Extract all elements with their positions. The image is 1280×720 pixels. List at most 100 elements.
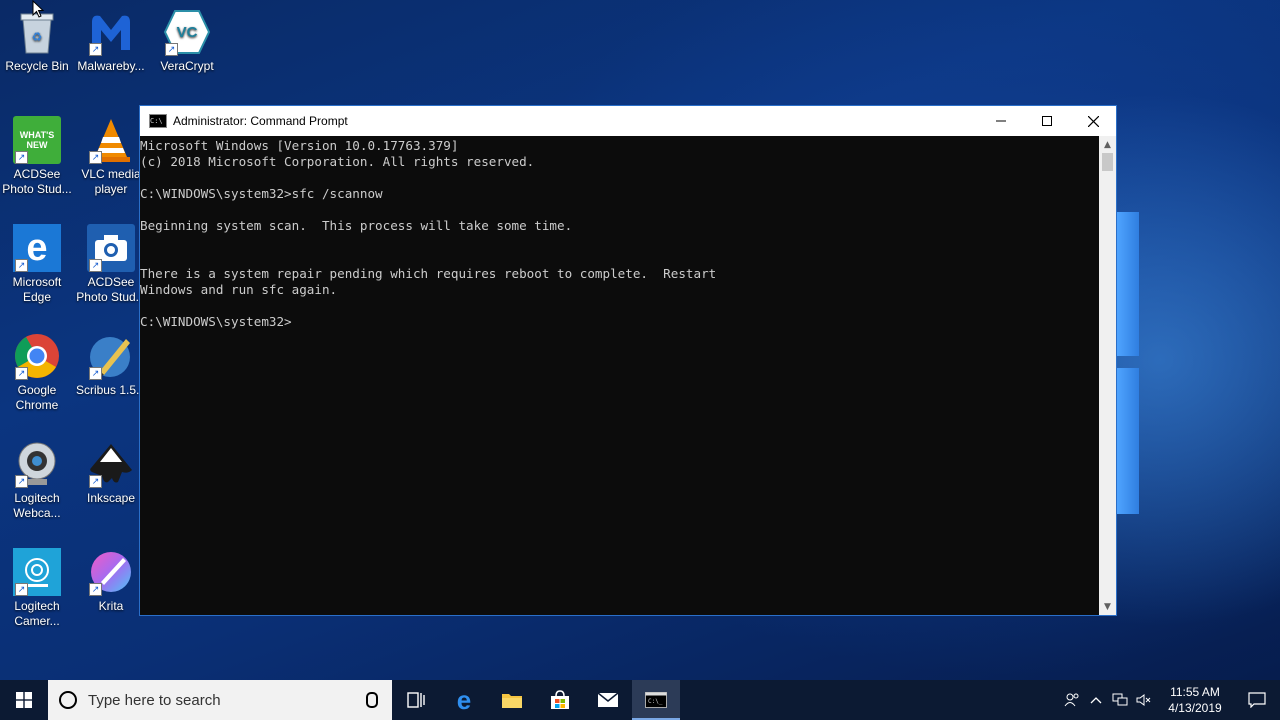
desktop-icon-label: ACDSee [87,275,135,289]
desktop-icon-acdsee-whats-new[interactable]: WHAT'S NEW ↗ ACDSee Photo Stud... [0,116,74,197]
shortcut-arrow-icon: ↗ [89,259,102,272]
people-icon[interactable] [1060,680,1084,720]
windows-logo-wallpaper [1117,212,1139,514]
window-titlebar[interactable]: C:\ Administrator: Command Prompt [140,106,1116,136]
desktop-icon-logitech-webcam[interactable]: ↗ Logitech Webca... [0,440,74,521]
notification-icon [1248,692,1266,708]
vlc-cone-icon: ↗ [87,116,135,164]
store-bag-icon [551,690,569,709]
malwarebytes-icon: ↗ [87,8,135,56]
windows-start-icon [16,692,32,708]
cortana-search-icon [59,691,77,709]
chrome-icon: ↗ [13,332,61,380]
command-prompt-window[interactable]: C:\ Administrator: Command Prompt Micros… [139,105,1117,616]
shortcut-arrow-icon: ↗ [89,475,102,488]
veracrypt-icon: VC ↗ [163,8,211,56]
action-center-button[interactable] [1234,680,1280,720]
desktop-icon-chrome[interactable]: ↗ Google Chrome [0,332,74,413]
taskbar-mail-button[interactable] [584,680,632,720]
svg-text:C:\_: C:\_ [648,698,663,705]
desktop-icon-label: Recycle Bin [5,59,69,73]
desktop-icon-label: Photo Stud... [2,182,72,196]
task-view-icon [407,692,425,708]
logitech-camera-icon: ↗ [13,548,61,596]
clock-date: 4/13/2019 [1168,701,1222,715]
window-title: Administrator: Command Prompt [173,114,348,128]
edge-icon: e ↗ [13,224,61,272]
shortcut-arrow-icon: ↗ [89,151,102,164]
task-view-button[interactable] [392,680,440,720]
desktop-icon-logitech-camera[interactable]: ↗ Logitech Camer... [0,548,74,629]
search-input[interactable] [86,690,350,710]
desktop-icon-scribus[interactable]: ↗ Scribus 1.5.4 [74,332,148,398]
desktop-icon-label: ACDSee [13,167,61,181]
svg-text:VC: VC [177,24,198,41]
minimize-button[interactable] [978,106,1024,136]
shortcut-arrow-icon: ↗ [15,151,28,164]
desktop-icon-label: player [94,182,128,196]
desktop-icon-label: Malwareby... [77,59,145,73]
scroll-down-arrow-icon[interactable]: ▼ [1099,598,1116,615]
folder-icon [502,694,522,708]
shortcut-arrow-icon: ↗ [89,43,102,56]
close-icon [1087,115,1099,127]
desktop-icon-label: Webca... [13,506,61,520]
console-output[interactable]: Microsoft Windows [Version 10.0.17763.37… [140,136,1099,615]
maximize-icon [1042,116,1052,126]
shortcut-arrow-icon: ↗ [15,259,28,272]
desktop-icon-vlc[interactable]: ↗ VLC media player [74,116,148,197]
taskbar: e C:\_ 11:55 AM 4/13/2019 [0,680,1280,720]
scrollbar-thumb[interactable] [1102,153,1113,171]
svg-text:♻: ♻ [32,30,43,44]
show-hidden-icons-chevron-up-icon[interactable] [1084,680,1108,720]
desktop-icon-veracrypt[interactable]: VC ↗ VeraCrypt [150,8,224,74]
clock-time: 11:55 AM [1170,685,1220,699]
desktop-icon-edge[interactable]: e ↗ Microsoft Edge [0,224,74,305]
close-button[interactable] [1070,106,1116,136]
desktop-icon-inkscape[interactable]: ↗ Inkscape [74,440,148,506]
scribus-pen-icon: ↗ [87,332,135,380]
taskbar-search-box[interactable] [48,680,392,720]
command-prompt-icon: C:\_ [645,692,667,708]
start-button[interactable] [0,680,48,720]
window-controls [978,106,1116,136]
desktop-icon-malwarebytes[interactable]: ↗ Malwareby... [74,8,148,74]
desktop-icon-label: Scribus 1.5.4 [75,383,147,397]
desktop-icon-label: Inkscape [86,491,136,505]
desktop-icon-label: Edge [22,290,52,304]
desktop-icon-label: Google [17,383,57,397]
volume-muted-icon[interactable] [1132,680,1156,720]
shortcut-arrow-icon: ↗ [165,43,178,56]
system-tray: 11:55 AM 4/13/2019 [1060,680,1280,720]
inkscape-icon: ↗ [87,440,135,488]
desktop-icon-label: VLC media [81,167,141,181]
taskbar-command-prompt-button[interactable]: C:\_ [632,680,680,720]
shortcut-arrow-icon: ↗ [15,583,28,596]
shortcut-arrow-icon: ↗ [89,583,102,596]
maximize-button[interactable] [1024,106,1070,136]
edge-icon: e [456,685,472,715]
microphone-icon[interactable] [366,692,378,708]
minimize-icon [996,120,1006,122]
mail-icon [597,692,619,707]
network-icon[interactable] [1108,680,1132,720]
desktop-icon-krita[interactable]: ↗ Krita [74,548,148,614]
scroll-up-arrow-icon[interactable]: ▲ [1099,136,1116,153]
shortcut-arrow-icon: ↗ [15,475,28,488]
desktop-icon-label: VeraCrypt [160,59,214,73]
taskbar-clock[interactable]: 11:55 AM 4/13/2019 [1156,684,1234,716]
desktop-icon-label: Chrome [15,398,59,412]
taskbar-edge-button[interactable]: e [440,680,488,720]
taskbar-store-button[interactable] [536,680,584,720]
acdsee-whats-new-icon: WHAT'S NEW ↗ [13,116,61,164]
desktop-icon-label: Photo Stud... [76,290,146,304]
desktop-icon-label: Logitech [14,491,60,505]
taskbar-file-explorer-button[interactable] [488,680,536,720]
webcam-icon: ↗ [13,440,61,488]
console-text: Microsoft Windows [Version 10.0.17763.37… [140,138,717,329]
desktop-icon-acdsee-photo[interactable]: ↗ ACDSee Photo Stud... [74,224,148,305]
desktop-icon-label: Logitech [14,599,60,613]
mouse-cursor-icon [32,0,45,22]
vertical-scrollbar[interactable]: ▲ ▼ [1099,136,1116,615]
desktop-icon-label: Microsoft [12,275,62,289]
